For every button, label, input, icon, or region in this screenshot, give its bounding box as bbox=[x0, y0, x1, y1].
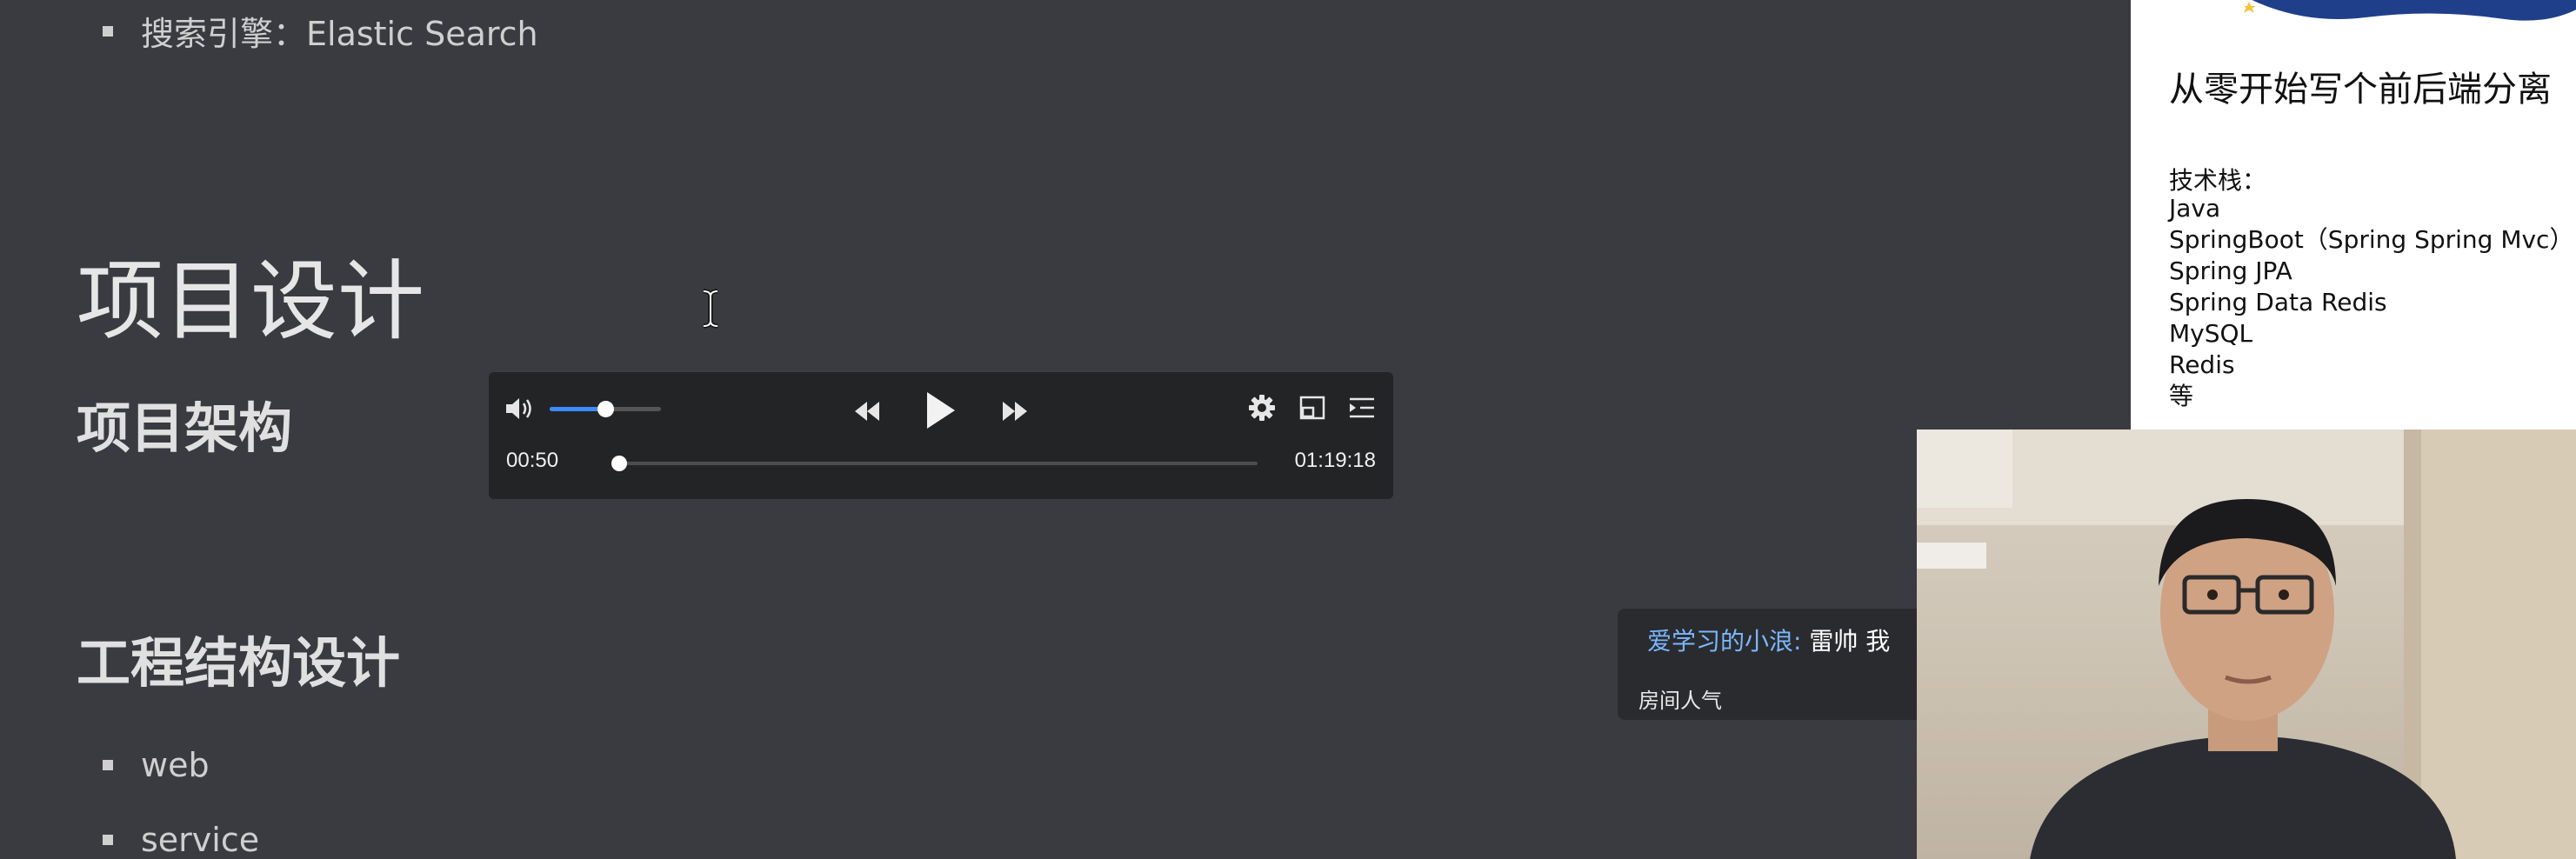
heading-project-architecture: 项目架构 bbox=[77, 396, 293, 460]
bullet-marker bbox=[103, 25, 113, 37]
progress-bar[interactable] bbox=[611, 456, 1258, 471]
list-item: Java bbox=[2169, 194, 2221, 223]
chat-overlay: 爱学习的小浪: 雷帅 我 房间人气 bbox=[1618, 609, 1931, 720]
total-time: 01:19:18 bbox=[1294, 449, 1376, 472]
fast-forward-icon[interactable] bbox=[998, 396, 1031, 426]
progress-bar-knob[interactable] bbox=[611, 456, 628, 471]
playlist-icon[interactable] bbox=[1346, 393, 1378, 423]
volume-slider[interactable] bbox=[550, 401, 661, 417]
heading-project-design: 项目设计 bbox=[77, 250, 424, 352]
bullet-marker bbox=[103, 835, 113, 845]
webcam-feed bbox=[1917, 430, 2576, 859]
video-player-controls: 00:50 01:19:18 bbox=[489, 372, 1393, 499]
chat-username: 爱学习的小浪: bbox=[1647, 627, 1802, 656]
slide-preview: 从零开始写个前后端分离 技术栈： Java SpringBoot（Spring … bbox=[2131, 0, 2576, 430]
slide-title: 从零开始写个前后端分离 bbox=[2169, 70, 2552, 110]
list-item: SpringBoot（Spring Spring Mvc） bbox=[2169, 225, 2574, 254]
list-item: MySQL bbox=[2169, 319, 2253, 348]
chat-text: 雷帅 我 bbox=[1809, 627, 1891, 656]
volume-icon[interactable] bbox=[504, 395, 536, 423]
bullet-marker bbox=[103, 760, 113, 770]
list-item: Redis bbox=[2169, 350, 2235, 379]
bullet-text: 搜索引擎：Elastic Search bbox=[141, 15, 538, 53]
bullet-text: web bbox=[141, 746, 210, 784]
bullet-service: service bbox=[103, 821, 259, 859]
list-item: Spring Data Redis bbox=[2169, 288, 2387, 316]
heading-structure-design: 工程结构设计 bbox=[77, 631, 401, 695]
text-cursor-icon bbox=[703, 289, 718, 329]
list-item: Spring JPA bbox=[2169, 256, 2292, 285]
webcam-image bbox=[1917, 430, 2576, 859]
bullet-web: web bbox=[103, 746, 210, 784]
slide-stack-heading: 技术栈： bbox=[2169, 166, 2267, 195]
rewind-icon[interactable] bbox=[851, 396, 884, 426]
volume-slider-knob[interactable] bbox=[597, 401, 614, 417]
slide-banner-decoration bbox=[2244, 0, 2576, 21]
picture-in-picture-icon[interactable] bbox=[1298, 393, 1327, 423]
room-popularity-label: 房间人气 bbox=[1638, 689, 1722, 713]
slide-stack-list: Java SpringBoot（Spring Spring Mvc） Sprin… bbox=[2169, 193, 2573, 412]
current-time: 00:50 bbox=[506, 449, 559, 472]
play-icon[interactable] bbox=[918, 386, 964, 435]
chat-message: 爱学习的小浪: 雷帅 我 bbox=[1647, 623, 1890, 657]
list-item: 等 bbox=[2169, 382, 2194, 410]
bullet-text: service bbox=[141, 821, 260, 859]
bullet-search-engine: 搜索引擎：Elastic Search bbox=[103, 7, 538, 55]
settings-icon[interactable] bbox=[1247, 393, 1277, 423]
